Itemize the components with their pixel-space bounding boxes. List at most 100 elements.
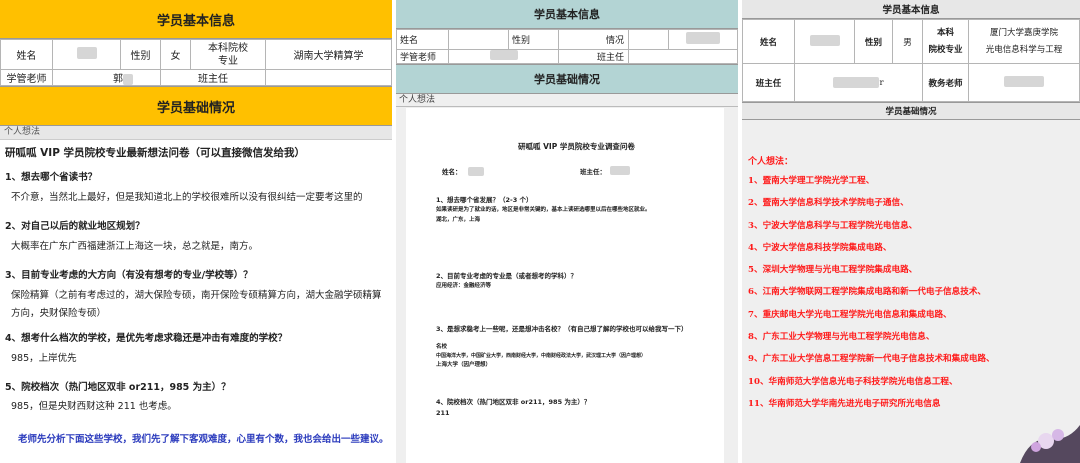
teacher-value-redacted-3 [968,63,1080,102]
doc-q1-note: 如果读研是为了就业的话，地区是非常关键的，基本上读研选哪里以后在哪些地区就业。 [436,207,651,213]
doc-title-2: 研呱呱 VIP 学员院校专业调查问卷 [518,142,635,151]
school-label: 本科院校 专业 [190,39,266,70]
doc-q1-answer: 湖北，广东，上海 [436,217,481,223]
thoughts-label-bar: 个人想法 [0,126,392,140]
doc-q3-answer-label: 名校 [436,344,448,350]
qa-item: 2、对自己以后的就业地区规划？ 大概率在广东广西福建浙江上海这一块，总之就是，南方… [5,221,387,256]
school-list-item: 9、广东工业大学信息工程学院新一代电子信息技术和集成电路、 [748,354,995,365]
doc-q3-answer1: 中国海洋大学，中国矿业大学，西南财经大学，中南财经政法大学，武汉理工大学（因户理… [436,353,647,359]
school-list-item: 1、暨南大学理工学院光学工程、 [748,176,875,186]
doc-name-redacted [468,167,484,176]
headteacher-value-3: r [794,63,923,102]
headteacher-value-redacted [265,69,392,86]
school-list: 1、暨南大学理工学院光学工程、 2、暨南大学信息科学技术学院电子通信、 3、宁波大学… [748,174,995,419]
panel-middle: 学员基本信息 姓名 性别 情况 学管老师 班主任 学员基础情况 个人想法 研呱呱… [396,0,738,463]
doc-name-label: 姓名： [442,168,462,176]
school-list-item: 11、华南师范大学华南先进光电子研究所光电信息 [748,398,941,409]
status-label-2: 情况 [558,29,629,50]
basic-situation-header-3: 学员基础情况 [742,102,1080,120]
qa-question: 3、目前专业考虑的大方向（有没有想考的专业/学校等）？ [5,269,253,281]
qa-answer: 985，但是央财西财这种 211 也考虑。 [11,401,177,413]
basic-info-title-3: 学员基本信息 [882,5,940,16]
advisor-label: 学管老师 [0,69,53,86]
gender-value-3: 男 [892,19,923,64]
qa-answer: 保险精算（之前有考虑过的，湖大保险专硕，南开保险专硕精算方向，湖大金融学硕精算方… [11,289,382,319]
headteacher-suffix: r [879,78,884,88]
qa-item: 5、院校档次（热门地区双非 or211，985 为主）？ 985，但是央财西财这种… [5,382,387,417]
qa-question: 2、对自己以后的就业地区规划？ [5,221,145,233]
teacher-label-3: 教务老师 [922,63,969,102]
advisor-value: 郭 [52,69,161,86]
headteacher-label-3: 班主任 [742,63,795,102]
qa-answer: 985，上岸优先 [11,352,77,364]
doc-q4: 4、院校档次（热门地区双非 or211，985 为主）？ [436,398,591,406]
basic-situation-header-2: 学员基础情况 [396,64,738,94]
doc-q1: 1、想去哪个省发展？（2-3 个） [436,196,533,204]
gender-label-3: 性别 [854,19,893,64]
advisor-value-redacted-2 [448,49,559,64]
school-label-3: 本科 院校专业 [922,19,969,64]
gender-label: 性别 [120,39,161,70]
school-value-line1: 厦门大学嘉庚学院 [989,28,1058,39]
qa-list: 1、想去哪个省读书？ 不介意，当然北上最好，但是我知道北上的学校很难所以没有很纠结… [5,172,387,416]
student-info-table-2: 姓名 性别 情况 学管老师 班主任 [396,29,738,64]
extra-redacted-2 [668,29,738,50]
advisor-footer-note: 老师先分析下面这些学校，我们先了解下客观难度，心里有个数，我也会给出一些建议。 [18,434,389,445]
school-list-item: 4、宁波大学信息科技学院集成电路、 [748,242,892,253]
doc-headteacher-label: 班主任： [580,168,606,176]
qa-item: 1、想去哪个省读书？ 不介意，当然北上最好，但是我知道北上的学校很难所以没有很纠结… [5,172,387,207]
name-value-redacted-3 [794,19,855,64]
student-info-table-3: 姓名 性别 男 本科 院校专业 厦门大学嘉庚学院 光电信息科学与工程 班主任 r… [742,19,1080,102]
gender-value: 女 [160,39,191,70]
doc-q3-answer2: 上海大学（因户理想） [436,362,492,368]
status-value-redacted-2 [628,29,669,50]
basic-info-header: 学员基本信息 [0,0,392,39]
name-label: 姓名 [0,39,53,70]
school-list-item: 7、重庆邮电大学光电工程学院光电信息和集成电路、 [748,309,952,320]
school-value: 湖南大学精算学 [265,39,392,70]
school-value-3: 厦门大学嘉庚学院 光电信息科学与工程 [968,19,1080,64]
basic-info-title-2: 学员基本信息 [534,8,600,21]
doc-page: 研呱呱 VIP 学员院校专业调查问卷 姓名： 班主任： 1、想去哪个省发展？（2… [406,108,724,463]
doc-headteacher-redacted [610,166,630,175]
school-list-item: 2、暨南大学信息科学技术学院电子通信、 [748,198,909,209]
headteacher-label: 班主任 [160,69,266,86]
questionnaire-doc: 研呱呱 VIP 学员院校专业最新想法问卷（可以直接微信发给我） 1、想去哪个省读… [0,140,392,445]
name-value-redacted-2 [448,29,509,50]
headteacher-label-2: 班主任 [558,49,629,64]
panel-right: 学员基本信息 姓名 性别 男 本科 院校专业 厦门大学嘉庚学院 光电信息科学与工… [742,0,1080,463]
school-list-item: 5、深圳大学物理与光电工程学院集成电路、 [748,265,918,276]
qa-answer: 不介意，当然北上最好，但是我知道北上的学校很难所以没有很纠结一定要考这里的 [11,191,363,203]
student-info-table: 姓名 性别 女 本科院校 专业 湖南大学精算学 学管老师 郭 班主任 [0,39,392,86]
gender-label-2: 性别 [508,29,559,50]
qa-question: 5、院校档次（热门地区双非 or211，985 为主）？ [5,381,231,393]
thoughts-label: 个人想法 [4,127,41,137]
school-list-item: 8、广东工业大学物理与光电工程学院光电信息、 [748,332,935,343]
doc-q3: 3、是想求稳考上一些呢，还是想冲击名校？（有自己想了解的学校也可以给我写一下） [436,325,688,333]
name-label-3: 姓名 [742,19,795,64]
school-list-item: 6、江南大学物联网工程学院集成电路和新一代电子信息技术、 [748,287,987,298]
qa-answer: 大概率在广东广西福建浙江上海这一块，总之就是，南方。 [11,240,259,252]
school-list-item: 3、宁波大学信息科学与工程学院光电信息、 [748,220,918,231]
doc-q2: 2、目前专业考虑的专业是（或者想考的学科）？ [436,272,578,280]
thoughts-area: 个人想法： 1、暨南大学理工学院光学工程、 2、暨南大学信息科学技术学院电子通信、… [742,120,1080,463]
basic-situation-title-2: 学员基础情况 [534,73,600,86]
advisor-value-text: 郭 [113,74,123,85]
basic-situation-title-3: 学员基础情况 [885,107,937,117]
qa-question: 4、想考什么档次的学校，是优先考虑求稳还是冲击有难度的学校？ [5,332,288,344]
thoughts-label-bar-2: 个人想法 [396,94,738,107]
basic-situation-title: 学员基础情况 [156,100,235,116]
headteacher-value-redacted-2 [628,49,738,64]
school-list-item: 10、华南师范大学信息光电子科技学院光电信息工程、 [748,376,958,387]
basic-info-title: 学员基本信息 [156,13,235,29]
flower-decoration [1020,425,1080,463]
thoughts-label-3: 个人想法： [748,157,794,167]
school-value-line2: 光电信息科学与工程 [985,44,1063,55]
qa-item: 4、想考什么档次的学校，是优先考虑求稳还是冲击有难度的学校？ 985，上岸优先 [5,333,387,368]
doc-q4-answer: 211 [436,409,450,417]
basic-info-header-3: 学员基本信息 [742,0,1080,19]
basic-situation-header: 学员基础情况 [0,86,392,126]
name-label-2: 姓名 [396,29,449,50]
advisor-label-2: 学管老师 [396,49,449,64]
qa-item: 3、目前专业考虑的大方向（有没有想考的专业/学校等）？ 保险精算（之前有考虑过的，… [5,270,387,323]
